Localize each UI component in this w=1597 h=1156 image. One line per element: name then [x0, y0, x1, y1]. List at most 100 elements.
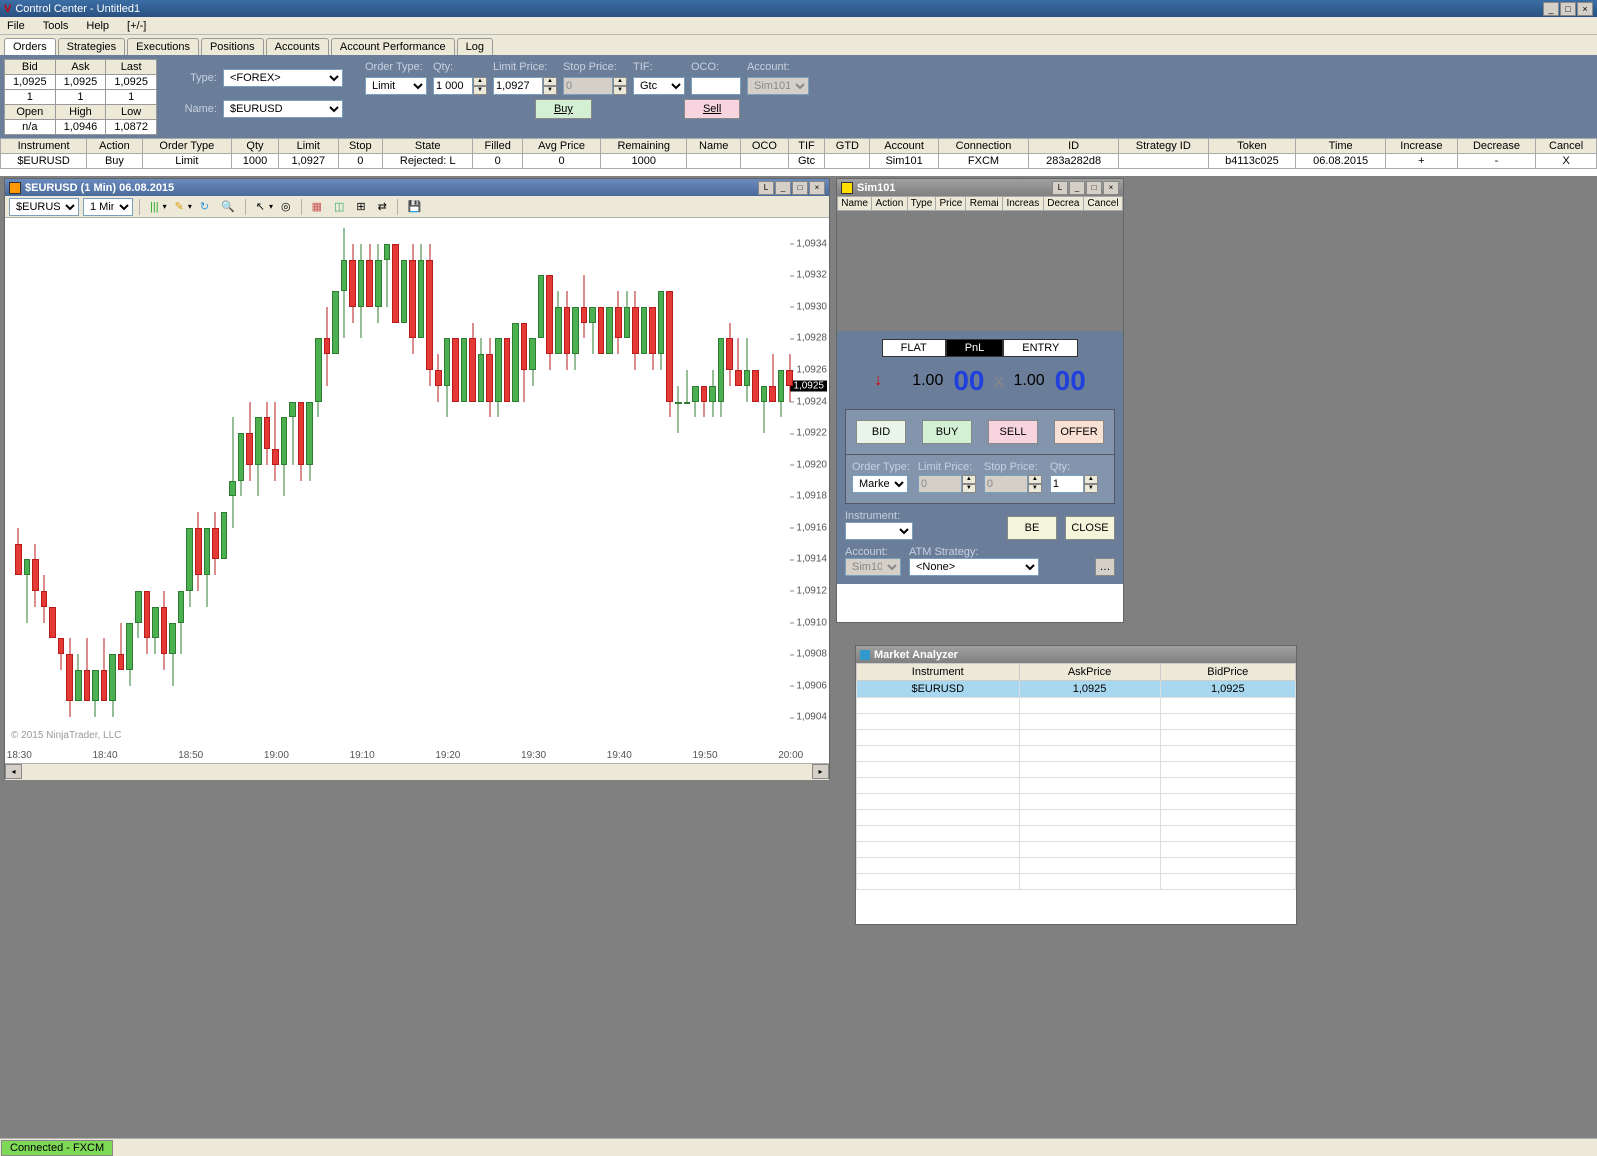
close-button[interactable]: ×	[1577, 2, 1593, 16]
scroll-right-button[interactable]: ▸	[812, 764, 829, 779]
dom-title-bar[interactable]: Sim101 L _ □ ×	[837, 179, 1123, 196]
orders-header[interactable]: OCO	[741, 139, 789, 154]
tab-accounts[interactable]: Accounts	[266, 38, 329, 55]
orders-header[interactable]: Account	[870, 139, 938, 154]
order-type-select[interactable]: Limit	[365, 77, 427, 95]
dom-account-select[interactable]: Sim101	[845, 558, 901, 576]
scroll-left-button[interactable]: ◂	[5, 764, 22, 779]
orders-header[interactable]: Decrease	[1457, 139, 1536, 154]
orders-header[interactable]: GTD	[825, 139, 870, 154]
chart-timeframe-select[interactable]: 1 Min	[83, 198, 133, 216]
qty-input[interactable]	[433, 77, 473, 95]
dom-order-type-select[interactable]: Market	[852, 475, 908, 493]
orders-header[interactable]: Action	[87, 139, 142, 154]
maximize-button[interactable]: □	[1560, 2, 1576, 16]
chart-scrollbar[interactable]: ◂ ▸	[5, 763, 829, 780]
dom-header[interactable]: Type	[907, 197, 936, 211]
entry-button[interactable]: ENTRY	[1003, 339, 1078, 357]
ma-cell[interactable]: 1,0925	[1019, 681, 1160, 698]
dom-header[interactable]: Decrea	[1043, 197, 1083, 211]
ma-cell[interactable]: $EURUSD	[857, 681, 1020, 698]
orders-header[interactable]: Limit	[278, 139, 338, 154]
dom-close-button[interactable]: ×	[1103, 181, 1119, 195]
dom-header[interactable]: Remai	[966, 197, 1003, 211]
orders-header[interactable]: Instrument	[1, 139, 87, 154]
orders-header[interactable]: Remaining	[601, 139, 687, 154]
orders-header[interactable]: Qty	[232, 139, 279, 154]
dom-link-button[interactable]: L	[1052, 181, 1068, 195]
orders-header[interactable]: Avg Price	[522, 139, 600, 154]
ma-cell[interactable]: 1,0925	[1160, 681, 1295, 698]
properties-icon[interactable]: ⊞	[352, 198, 369, 215]
tab-positions[interactable]: Positions	[201, 38, 264, 55]
chart-x-axis[interactable]: 18:3018:4018:5019:0019:1019:2019:3019:40…	[5, 745, 787, 763]
chart-minimize-button[interactable]: _	[775, 181, 791, 195]
chart-close-button[interactable]: ×	[809, 181, 825, 195]
tab-account-performance[interactable]: Account Performance	[331, 38, 455, 55]
limit-down[interactable]: ▼	[543, 86, 557, 95]
pnl-button[interactable]: PnL	[946, 339, 1004, 357]
orders-header[interactable]: ID	[1029, 139, 1119, 154]
pencil-icon[interactable]: ✎	[171, 198, 188, 215]
orders-header[interactable]: Stop	[338, 139, 382, 154]
chart-y-axis[interactable]: 1,09341,09321,09301,09281,09261,09241,09…	[787, 218, 829, 743]
qty-up[interactable]: ▲	[473, 77, 487, 86]
minimize-button[interactable]: _	[1543, 2, 1559, 16]
chart-instrument-select[interactable]: $EURUSD	[9, 198, 79, 216]
market-analyzer-title-bar[interactable]: Market Analyzer	[856, 646, 1296, 663]
dom-qty-down[interactable]: ▼	[1084, 484, 1098, 493]
offer-button[interactable]: OFFER	[1054, 420, 1104, 444]
dom-header[interactable]: Cancel	[1083, 197, 1122, 211]
ma-header[interactable]: BidPrice	[1160, 664, 1295, 681]
cursor-icon[interactable]: ↖	[252, 198, 269, 215]
orders-header[interactable]: Connection	[938, 139, 1029, 154]
type-select[interactable]: <FOREX>	[223, 69, 343, 87]
orders-header[interactable]: Filled	[473, 139, 522, 154]
menu-help[interactable]: Help	[83, 19, 112, 33]
atm-select[interactable]: <None>	[909, 558, 1039, 576]
ma-header[interactable]: Instrument	[857, 664, 1020, 681]
orders-header[interactable]: TIF	[788, 139, 825, 154]
chart-body[interactable]: 1,09341,09321,09301,09281,09261,09241,09…	[5, 218, 829, 763]
account-select[interactable]: Sim101	[747, 77, 809, 95]
chart-link-button[interactable]: L	[758, 181, 774, 195]
menu-file[interactable]: File	[4, 19, 28, 33]
sell-button[interactable]: Sell	[684, 99, 740, 119]
tab-strategies[interactable]: Strategies	[58, 38, 126, 55]
orders-header[interactable]: Order Type	[142, 139, 231, 154]
refresh-icon[interactable]: ↻	[196, 198, 213, 215]
dom-buy-button[interactable]: BUY	[922, 420, 972, 444]
dom-header[interactable]: Action	[872, 197, 907, 211]
dom-qty-input[interactable]	[1050, 475, 1084, 493]
buy-button[interactable]: Buy	[535, 99, 592, 119]
zoom-icon[interactable]: 🔍	[217, 198, 239, 215]
tif-select[interactable]: Gtc	[633, 77, 685, 95]
orders-header[interactable]: Time	[1296, 139, 1386, 154]
bars-icon[interactable]: |||	[146, 199, 163, 215]
tab-log[interactable]: Log	[457, 38, 493, 55]
limit-input[interactable]	[493, 77, 543, 95]
dom-qty-up[interactable]: ▲	[1084, 475, 1098, 484]
oco-input[interactable]	[691, 77, 741, 95]
be-button[interactable]: BE	[1007, 516, 1057, 540]
dom-minimize-button[interactable]: _	[1069, 181, 1085, 195]
target-icon[interactable]: ◎	[277, 198, 295, 215]
bid-button[interactable]: BID	[856, 420, 906, 444]
orders-header[interactable]: State	[382, 139, 473, 154]
databox-icon[interactable]: ▦	[308, 198, 326, 215]
save-icon[interactable]: 💾	[404, 198, 426, 215]
ma-header[interactable]: AskPrice	[1019, 664, 1160, 681]
orders-header[interactable]: Increase	[1386, 139, 1458, 154]
market-analyzer-table[interactable]: InstrumentAskPriceBidPrice$EURUSD1,09251…	[856, 663, 1296, 890]
orders-header[interactable]: Name	[687, 139, 741, 154]
chart-title-bar[interactable]: $EURUSD (1 Min) 06.08.2015 L _ □ ×	[5, 179, 829, 196]
close-position-button[interactable]: CLOSE	[1065, 516, 1115, 540]
scroll-icon[interactable]: ⇄	[374, 198, 391, 215]
orders-header[interactable]: Strategy ID	[1118, 139, 1208, 154]
dom-header[interactable]: Increas	[1002, 197, 1043, 211]
dom-instrument-select[interactable]	[845, 522, 913, 540]
menu-tools[interactable]: Tools	[40, 19, 72, 33]
limit-up[interactable]: ▲	[543, 77, 557, 86]
chart-trader-icon[interactable]: ◫	[330, 198, 348, 215]
dom-header[interactable]: Name	[838, 197, 872, 211]
